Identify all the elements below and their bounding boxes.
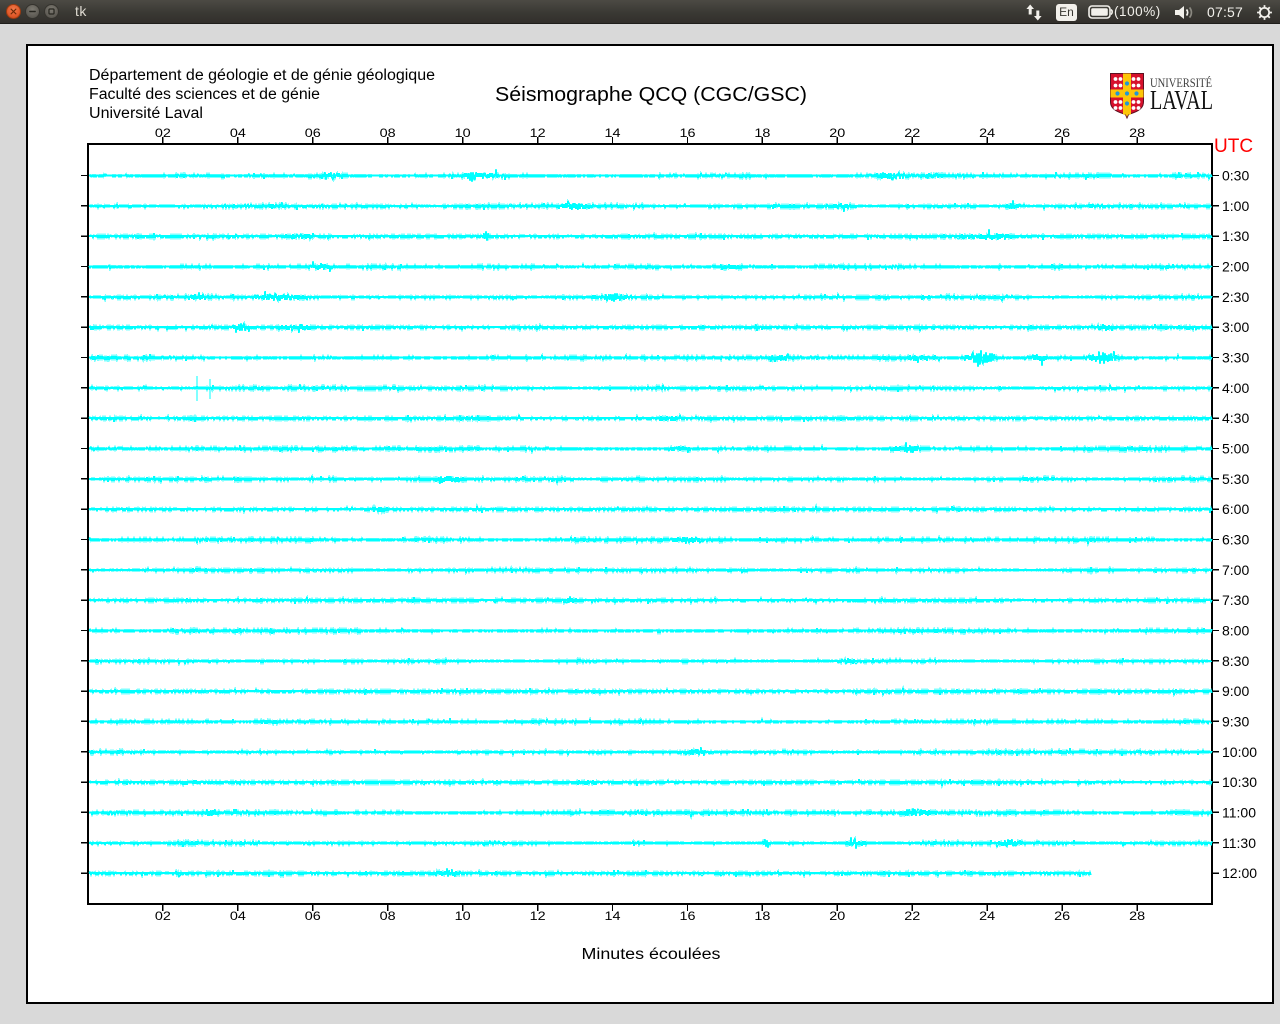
svg-text:LAVAL: LAVAL bbox=[1150, 85, 1213, 115]
svg-text:26: 26 bbox=[1054, 126, 1070, 140]
svg-text:10: 10 bbox=[455, 126, 471, 140]
svg-text:5:00: 5:00 bbox=[1222, 441, 1249, 457]
svg-text:02: 02 bbox=[155, 126, 171, 140]
svg-text:Séismographe QCQ (CGC/GSC): Séismographe QCQ (CGC/GSC) bbox=[495, 84, 807, 106]
svg-text:20: 20 bbox=[829, 909, 845, 923]
svg-text:4:00: 4:00 bbox=[1222, 380, 1249, 396]
svg-text:14: 14 bbox=[605, 126, 621, 140]
svg-text:10: 10 bbox=[455, 909, 471, 923]
svg-text:08: 08 bbox=[380, 126, 396, 140]
svg-text:26: 26 bbox=[1054, 909, 1070, 923]
svg-text:24: 24 bbox=[979, 909, 995, 923]
svg-text:28: 28 bbox=[1129, 909, 1145, 923]
svg-text:28: 28 bbox=[1129, 126, 1145, 140]
svg-text:06: 06 bbox=[305, 126, 321, 140]
svg-text:2:00: 2:00 bbox=[1222, 259, 1249, 275]
svg-text:10:30: 10:30 bbox=[1222, 774, 1257, 790]
svg-text:3:30: 3:30 bbox=[1222, 350, 1249, 366]
svg-text:04: 04 bbox=[230, 126, 246, 140]
svg-text:6:30: 6:30 bbox=[1222, 532, 1249, 548]
svg-text:9:00: 9:00 bbox=[1222, 683, 1249, 699]
svg-text:9:30: 9:30 bbox=[1222, 713, 1249, 729]
svg-text:UTC: UTC bbox=[1214, 136, 1253, 157]
svg-text:Département de géologie et de: Département de géologie et de génie géol… bbox=[89, 67, 435, 84]
svg-text:2:30: 2:30 bbox=[1222, 289, 1249, 305]
svg-text:Université Laval: Université Laval bbox=[89, 105, 203, 122]
svg-text:Faculté des sciences et de gén: Faculté des sciences et de génie bbox=[89, 86, 320, 103]
svg-text:8:00: 8:00 bbox=[1222, 623, 1249, 639]
svg-text:10:00: 10:00 bbox=[1222, 744, 1257, 760]
svg-text:7:00: 7:00 bbox=[1222, 562, 1249, 578]
svg-text:4:30: 4:30 bbox=[1222, 410, 1249, 426]
svg-text:18: 18 bbox=[754, 909, 770, 923]
svg-text:06: 06 bbox=[305, 909, 321, 923]
svg-text:24: 24 bbox=[979, 126, 995, 140]
svg-text:22: 22 bbox=[904, 909, 920, 923]
svg-text:1:00: 1:00 bbox=[1222, 198, 1249, 214]
svg-text:16: 16 bbox=[680, 909, 696, 923]
svg-text:1:30: 1:30 bbox=[1222, 228, 1249, 244]
svg-text:11:00: 11:00 bbox=[1222, 804, 1256, 820]
svg-text:18: 18 bbox=[754, 126, 770, 140]
svg-text:6:00: 6:00 bbox=[1222, 501, 1249, 517]
svg-text:02: 02 bbox=[155, 909, 171, 923]
svg-text:12: 12 bbox=[530, 909, 546, 923]
svg-text:04: 04 bbox=[230, 909, 246, 923]
svg-text:11:30: 11:30 bbox=[1222, 835, 1256, 851]
svg-text:3:00: 3:00 bbox=[1222, 319, 1249, 335]
svg-text:08: 08 bbox=[380, 909, 396, 923]
svg-text:8:30: 8:30 bbox=[1222, 653, 1249, 669]
svg-text:20: 20 bbox=[829, 126, 845, 140]
svg-text:5:30: 5:30 bbox=[1222, 471, 1249, 487]
svg-text:22: 22 bbox=[904, 126, 920, 140]
svg-text:14: 14 bbox=[605, 909, 621, 923]
svg-text:Minutes écoulées: Minutes écoulées bbox=[582, 946, 721, 963]
svg-text:7:30: 7:30 bbox=[1222, 592, 1249, 608]
svg-text:12: 12 bbox=[530, 126, 546, 140]
svg-text:0:30: 0:30 bbox=[1222, 168, 1249, 184]
svg-text:16: 16 bbox=[680, 126, 696, 140]
svg-text:12:00: 12:00 bbox=[1222, 865, 1257, 881]
